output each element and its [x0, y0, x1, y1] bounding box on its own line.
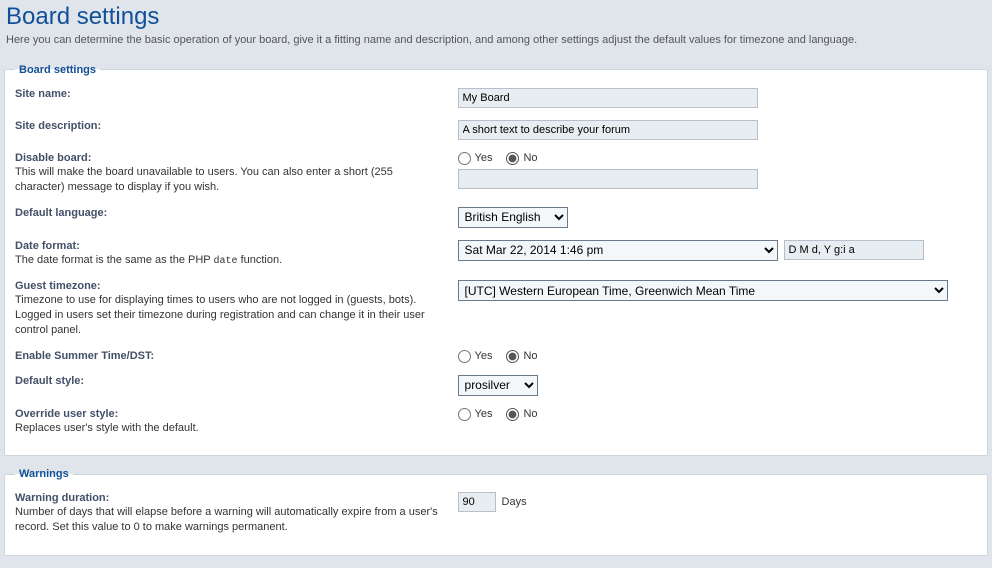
- default-style-select[interactable]: prosilver: [458, 375, 538, 396]
- disable-board-label: Disable board:: [15, 152, 91, 164]
- warnings-fieldset: Warnings Warning duration: Number of day…: [4, 468, 988, 556]
- override-style-no-radio[interactable]: [506, 408, 519, 421]
- warning-duration-label: Warning duration:: [15, 492, 109, 504]
- warning-duration-hint: Number of days that will elapse before a…: [15, 505, 442, 535]
- summer-time-yes-radio[interactable]: [458, 350, 471, 363]
- disable-board-yes-option[interactable]: Yes: [458, 152, 493, 165]
- override-style-no-option[interactable]: No: [506, 408, 537, 421]
- site-name-label: Site name:: [15, 88, 71, 100]
- disable-board-message-input[interactable]: [458, 169, 758, 189]
- summer-time-label: Enable Summer Time/DST:: [15, 350, 154, 362]
- page-title: Board settings: [6, 3, 986, 31]
- disable-board-hint: This will make the board unavailable to …: [15, 165, 442, 195]
- page-description: Here you can determine the basic operati…: [6, 33, 986, 48]
- summer-time-no-radio[interactable]: [506, 350, 519, 363]
- warning-duration-unit: Days: [502, 496, 527, 508]
- disable-board-yes-radio[interactable]: [458, 152, 471, 165]
- disable-board-no-radio[interactable]: [506, 152, 519, 165]
- guest-timezone-hint: Timezone to use for displaying times to …: [15, 293, 442, 338]
- summer-time-yes-option[interactable]: Yes: [458, 350, 493, 363]
- override-style-yes-option[interactable]: Yes: [458, 408, 493, 421]
- default-language-select[interactable]: British English: [458, 207, 568, 228]
- warning-duration-input[interactable]: [458, 492, 496, 512]
- site-description-input[interactable]: [458, 120, 758, 140]
- override-style-yes-radio[interactable]: [458, 408, 471, 421]
- summer-time-no-option[interactable]: No: [506, 350, 537, 363]
- disable-board-no-option[interactable]: No: [506, 152, 537, 165]
- warnings-legend: Warnings: [15, 468, 73, 480]
- default-style-label: Default style:: [15, 375, 84, 387]
- date-format-input[interactable]: [784, 240, 924, 260]
- site-description-label: Site description:: [15, 120, 101, 132]
- override-style-label: Override user style:: [15, 408, 118, 420]
- date-format-select[interactable]: Sat Mar 22, 2014 1:46 pm: [458, 240, 778, 261]
- board-settings-legend: Board settings: [15, 64, 100, 76]
- default-language-label: Default language:: [15, 207, 107, 219]
- date-format-hint: The date format is the same as the PHP d…: [15, 253, 442, 269]
- override-style-hint: Replaces user's style with the default.: [15, 421, 442, 436]
- guest-timezone-label: Guest timezone:: [15, 280, 101, 292]
- guest-timezone-select[interactable]: [UTC] Western European Time, Greenwich M…: [458, 280, 948, 301]
- date-format-label: Date format:: [15, 240, 80, 252]
- board-settings-fieldset: Board settings Site name: Site descripti…: [4, 64, 988, 457]
- site-name-input[interactable]: [458, 88, 758, 108]
